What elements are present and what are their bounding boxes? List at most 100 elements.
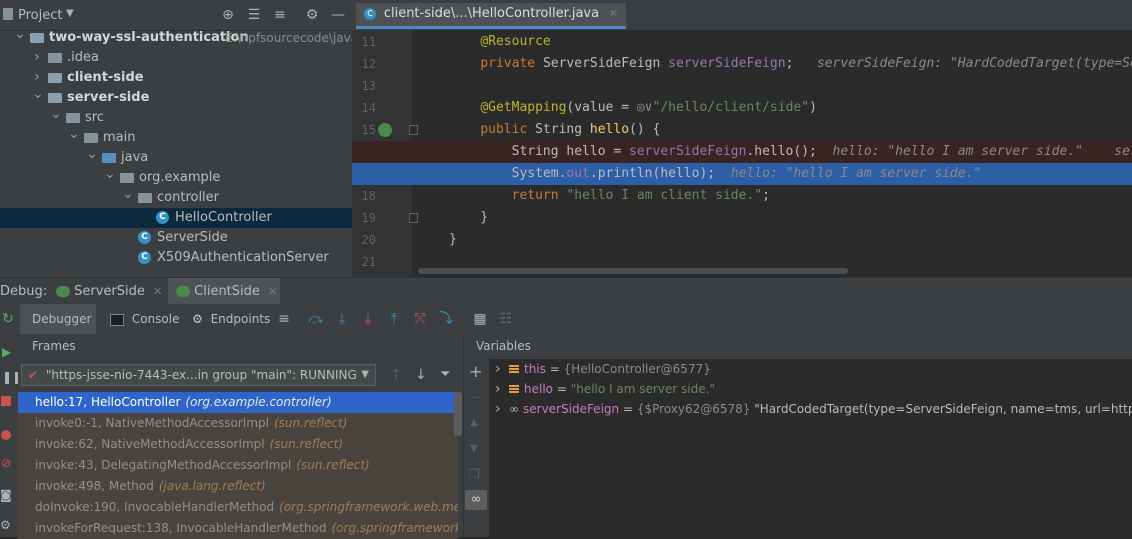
tab-endpoints[interactable]: ⚙ Endpoints <box>192 304 270 334</box>
code-line[interactable]: } <box>352 229 1132 251</box>
chevron-right-icon[interactable]: › <box>32 48 42 68</box>
frames-scrollbar[interactable] <box>454 392 462 436</box>
run-to-cursor-icon[interactable]: ⤵ <box>438 311 454 327</box>
collapse-all-icon[interactable]: ≡ <box>272 7 288 23</box>
tree-item[interactable]: ⌄ java <box>0 147 352 168</box>
variable-row[interactable]: › this = {HelloController@6577} <box>489 359 1132 379</box>
variable-row[interactable]: › hello = "hello I am server side." <box>489 379 1132 399</box>
tree-item[interactable]: ⌄ server-side <box>0 87 352 108</box>
filter-icon[interactable]: ⏷ <box>440 367 450 382</box>
settings-icon[interactable]: ⚙ <box>0 518 11 532</box>
code-editor[interactable]: 1112131415161718192021 @Resource private… <box>352 30 1132 277</box>
tree-item[interactable]: C HelloController <box>0 208 352 228</box>
frame-method: doInvoke:190, InvocableHandlerMethod <box>35 500 275 514</box>
frame-row[interactable]: invokeForRequest:138, InvocableHandlerMe… <box>18 518 458 539</box>
code-line[interactable]: private ServerSideFeign serverSideFeign;… <box>352 53 1132 75</box>
frame-package: (sun.reflect) <box>273 416 348 430</box>
close-icon[interactable]: ✕ <box>153 285 162 298</box>
tree-item[interactable]: ⌄ main <box>0 127 352 148</box>
code-token: serverSideFeign <box>668 56 786 71</box>
code-text: System.out.println(hello); hello: "hello… <box>449 163 982 185</box>
code-line[interactable]: return "hello I am client side."; <box>352 185 1132 207</box>
expand-all-icon[interactable]: ☰ <box>246 7 262 23</box>
minimize-icon[interactable]: — <box>330 7 346 23</box>
gear-icon[interactable]: ⚙ <box>304 7 320 23</box>
frames-header: Frames <box>18 334 463 359</box>
arrow-up-icon[interactable]: ↑ <box>390 367 402 383</box>
frame-row[interactable]: invoke0:-1, NativeMethodAccessorImpl (sun… <box>18 413 458 434</box>
code-line[interactable]: System.out.println(hello); hello: "hello… <box>352 163 1132 185</box>
thread-selector[interactable]: ✔ "https-jsse-nio-7443-ex...in group "ma… <box>21 364 376 386</box>
class-icon: C <box>364 7 376 20</box>
spring-boot-icon <box>56 286 70 297</box>
tree-item-label: java <box>121 150 149 165</box>
close-icon[interactable]: ✕ <box>268 285 277 298</box>
close-icon[interactable]: ✕ <box>609 7 618 20</box>
code-line[interactable]: @GetMapping(value = ◎∨"/hello/client/sid… <box>352 97 1132 119</box>
project-title[interactable]: Project <box>18 8 62 23</box>
tab-debugger[interactable]: Debugger <box>20 304 96 334</box>
resume-icon[interactable]: ▶ <box>2 345 11 359</box>
mute-breakpoints-icon[interactable]: ⊘ <box>1 456 11 470</box>
camera-icon[interactable]: ◙ <box>0 488 12 502</box>
chevron-down-icon[interactable]: ⌄ <box>104 167 116 188</box>
tree-item-label: org.example <box>139 170 221 185</box>
code-line[interactable] <box>352 75 1132 97</box>
stop-icon[interactable] <box>1 396 11 406</box>
chevron-down-icon[interactable]: ▼ <box>66 8 74 19</box>
tree-item[interactable]: ⌄ src <box>0 107 352 128</box>
tree-item[interactable]: › .idea <box>0 48 352 68</box>
code-line[interactable]: String hello = serverSideFeign.hello(); … <box>352 141 1132 163</box>
locate-icon[interactable]: ⊕ <box>220 7 236 23</box>
tree-item[interactable]: ⌄ org.example <box>0 167 352 188</box>
step-into-icon[interactable]: ⤓ <box>334 311 350 327</box>
code-line[interactable]: } <box>352 207 1132 229</box>
frame-row[interactable]: invoke:43, DelegatingMethodAccessorImpl (… <box>18 455 458 476</box>
editor-tab[interactable]: C client-side\...\HelloController.java ✕ <box>356 3 627 29</box>
chevron-right-icon[interactable]: › <box>495 379 509 399</box>
menu-icon[interactable]: ≡ <box>276 311 292 327</box>
debug-tab-clientside[interactable]: ClientSide ✕ <box>168 278 280 305</box>
rerun-icon[interactable]: ↻ <box>0 311 16 327</box>
frame-method: invokeForRequest:138, InvocableHandlerMe… <box>35 521 327 535</box>
tree-item[interactable]: ⌄ two-way-ssl-authentication E:\npfsourcec… <box>0 27 375 48</box>
drop-frame-icon[interactable]: ⤲ <box>412 311 428 327</box>
step-over-icon[interactable]: ⤼ <box>308 311 324 327</box>
chevron-down-icon[interactable]: ⌄ <box>32 87 44 108</box>
tree-item[interactable]: C ServerSide <box>0 228 352 248</box>
code-line[interactable]: @Resource <box>352 31 1132 53</box>
step-out-icon[interactable]: ⤒ <box>386 311 402 327</box>
chevron-down-icon[interactable]: ⌄ <box>68 127 80 148</box>
frame-package: (java.lang.reflect) <box>158 479 266 493</box>
tab-console[interactable]: Console <box>110 304 179 334</box>
frame-row[interactable]: doInvoke:190, InvocableHandlerMethod (org… <box>18 497 458 518</box>
code-line[interactable]: public String hello() { <box>352 119 1132 141</box>
chevron-right-icon[interactable]: › <box>32 68 42 88</box>
tree-item[interactable]: › client-side <box>0 68 352 88</box>
chevron-right-icon[interactable]: › <box>495 399 509 419</box>
chevron-right-icon[interactable]: › <box>495 359 509 379</box>
chevron-down-icon[interactable]: ⌄ <box>14 27 26 48</box>
chevron-down-icon[interactable]: ⌄ <box>50 107 62 128</box>
variable-row[interactable]: › ∞ serverSideFeign = {$Proxy62@6578} "Har… <box>489 399 1132 419</box>
chevron-down-icon[interactable]: ⌄ <box>86 147 98 168</box>
view-breakpoints-icon[interactable] <box>1 430 11 440</box>
debug-tab-serverside[interactable]: ServerSide ✕ <box>56 278 162 305</box>
code-token: () { <box>629 122 661 137</box>
frame-row[interactable]: hello:17, HelloController (org.example.co… <box>18 392 458 413</box>
frame-method: hello:17, HelloController <box>35 395 181 409</box>
debug-toolbar: ↻ Debugger Console ⚙ Endpoints ≡ ⤼ ⤓ ⤓ ⤒… <box>0 304 1132 335</box>
evaluate-icon[interactable]: ▦ <box>472 311 488 327</box>
arrow-down-icon[interactable]: ↓ <box>415 367 427 383</box>
force-step-into-icon[interactable]: ⤓ <box>360 311 376 327</box>
chevron-down-icon[interactable]: ⌄ <box>122 187 134 208</box>
project-icon <box>3 8 13 20</box>
spring-boot-icon <box>176 286 190 297</box>
tree-item[interactable]: C X509AuthenticationServer <box>0 248 352 268</box>
frame-row[interactable]: invoke:498, Method (java.lang.reflect) <box>18 476 458 497</box>
field-icon <box>509 385 519 394</box>
frame-row[interactable]: invoke:62, NativeMethodAccessorImpl (sun.… <box>18 434 458 455</box>
tree-item[interactable]: ⌄ controller <box>0 187 352 208</box>
trace-icon[interactable]: ☷ <box>498 311 514 327</box>
horizontal-scrollbar[interactable] <box>418 268 848 274</box>
